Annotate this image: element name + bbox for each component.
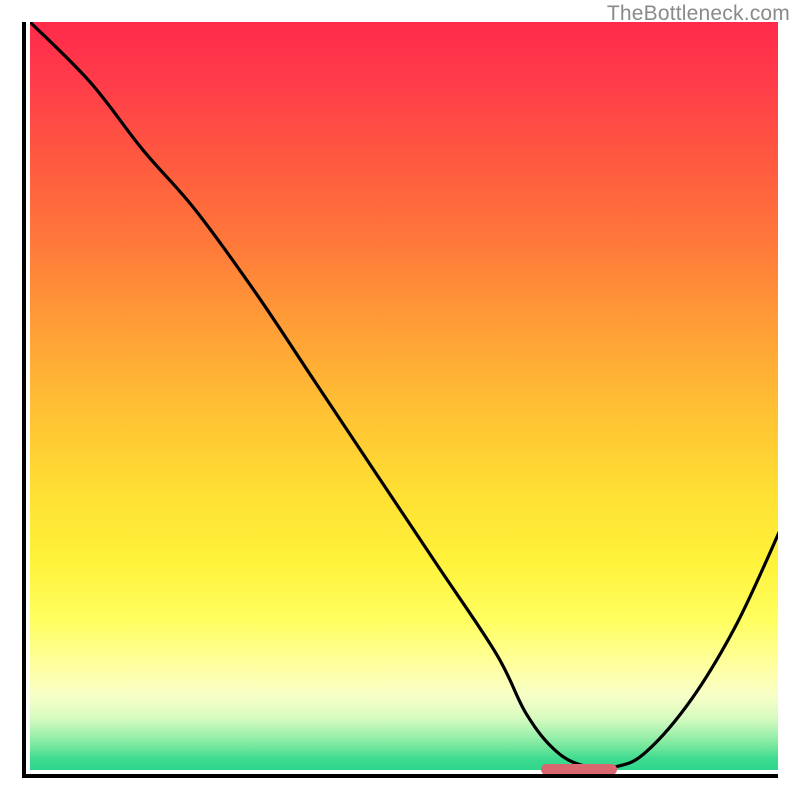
optimal-range-marker [541, 764, 616, 775]
watermark: TheBottleneck.com [607, 2, 790, 26]
bottleneck-chart [22, 22, 778, 778]
gradient-background [30, 22, 778, 770]
plot-area [22, 22, 778, 778]
